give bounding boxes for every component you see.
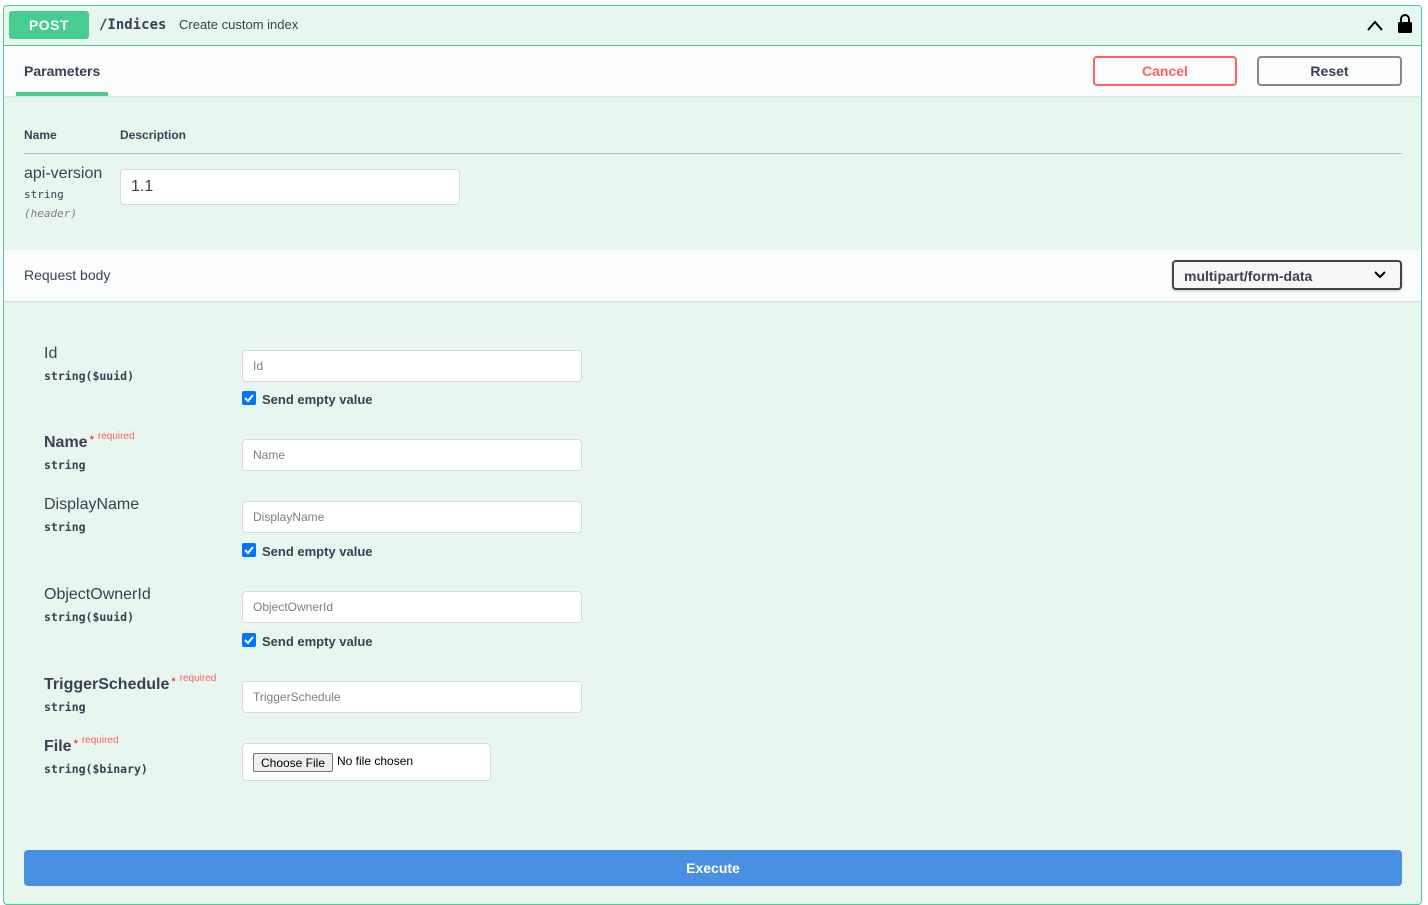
chevron-down-icon <box>1374 271 1386 279</box>
send-empty-label-objectownerid: Send empty value <box>262 634 373 649</box>
operation-description: Create custom index <box>179 17 299 32</box>
column-header-name: Name <box>24 128 57 142</box>
required-star: * <box>89 434 94 446</box>
chevron-up-icon[interactable] <box>1366 18 1384 32</box>
checkbox-check-icon <box>244 636 254 645</box>
send-empty-checkbox-objectownerid[interactable] <box>242 633 256 647</box>
id-input[interactable] <box>242 350 582 382</box>
content-type-value: multipart/form-data <box>1184 268 1313 284</box>
field-label-file: File * required <box>44 735 119 755</box>
reset-button[interactable]: Reset <box>1257 56 1402 86</box>
required-label: required <box>81 735 119 746</box>
field-label-triggerschedule: TriggerSchedule * required <box>44 673 217 693</box>
name-input[interactable] <box>242 439 582 471</box>
checkbox-check-icon <box>244 546 254 555</box>
send-empty-label-displayname: Send empty value <box>262 544 373 559</box>
param-name: api-version <box>24 165 103 182</box>
objectownerid-input[interactable] <box>242 591 582 623</box>
tab-parameters[interactable]: Parameters <box>16 46 108 96</box>
param-location: (header) <box>24 207 77 220</box>
field-type-objectownerid: string($uuid) <box>44 610 135 624</box>
choose-file-button[interactable]: Choose File <box>253 753 333 772</box>
displayname-input[interactable] <box>242 501 582 533</box>
field-label-id: Id <box>44 345 58 362</box>
operation-summary[interactable]: POST /Indices Create custom index <box>4 6 1421 46</box>
field-type-triggerschedule: string <box>44 700 86 714</box>
content-type-select[interactable]: multipart/form-data <box>1172 260 1402 290</box>
send-empty-checkbox-displayname[interactable] <box>242 543 256 557</box>
required-label: required <box>97 431 135 442</box>
send-empty-label-id: Send empty value <box>262 392 373 407</box>
method-badge: POST <box>9 11 89 39</box>
cancel-button[interactable]: Cancel <box>1093 56 1237 86</box>
tab-parameters-label: Parameters <box>24 63 101 79</box>
table-divider <box>24 153 1402 154</box>
request-body-title: Request body <box>24 267 111 283</box>
triggerschedule-input[interactable] <box>242 681 582 713</box>
send-empty-checkbox-id[interactable] <box>242 391 256 405</box>
field-label-objectownerid: ObjectOwnerId <box>44 586 151 603</box>
checkbox-check-icon <box>244 394 254 403</box>
field-type-name: string <box>44 458 86 472</box>
column-header-description: Description <box>120 128 187 142</box>
api-version-input[interactable] <box>120 169 460 205</box>
field-type-displayname: string <box>44 520 86 534</box>
field-type-file: string($binary) <box>44 762 148 776</box>
field-label-displayname: DisplayName <box>44 496 140 513</box>
request-body-header: Request body multipart/form-data <box>4 250 1421 301</box>
required-star: * <box>73 738 78 750</box>
lock-icon[interactable] <box>1397 13 1413 33</box>
field-label-name: Name * required <box>44 431 135 451</box>
execute-button[interactable]: Execute <box>24 850 1402 886</box>
file-input[interactable]: Choose File No file chosen <box>242 743 491 781</box>
required-label: required <box>179 673 217 684</box>
file-status: No file chosen <box>337 754 414 768</box>
required-star: * <box>171 676 176 688</box>
operation-path: /Indices <box>99 17 167 33</box>
param-type: string <box>24 188 64 201</box>
parameters-header: Parameters Cancel Reset <box>4 46 1421 96</box>
operation-block: POST /Indices Create custom index Parame… <box>3 5 1422 905</box>
field-type-id: string($uuid) <box>44 369 135 383</box>
